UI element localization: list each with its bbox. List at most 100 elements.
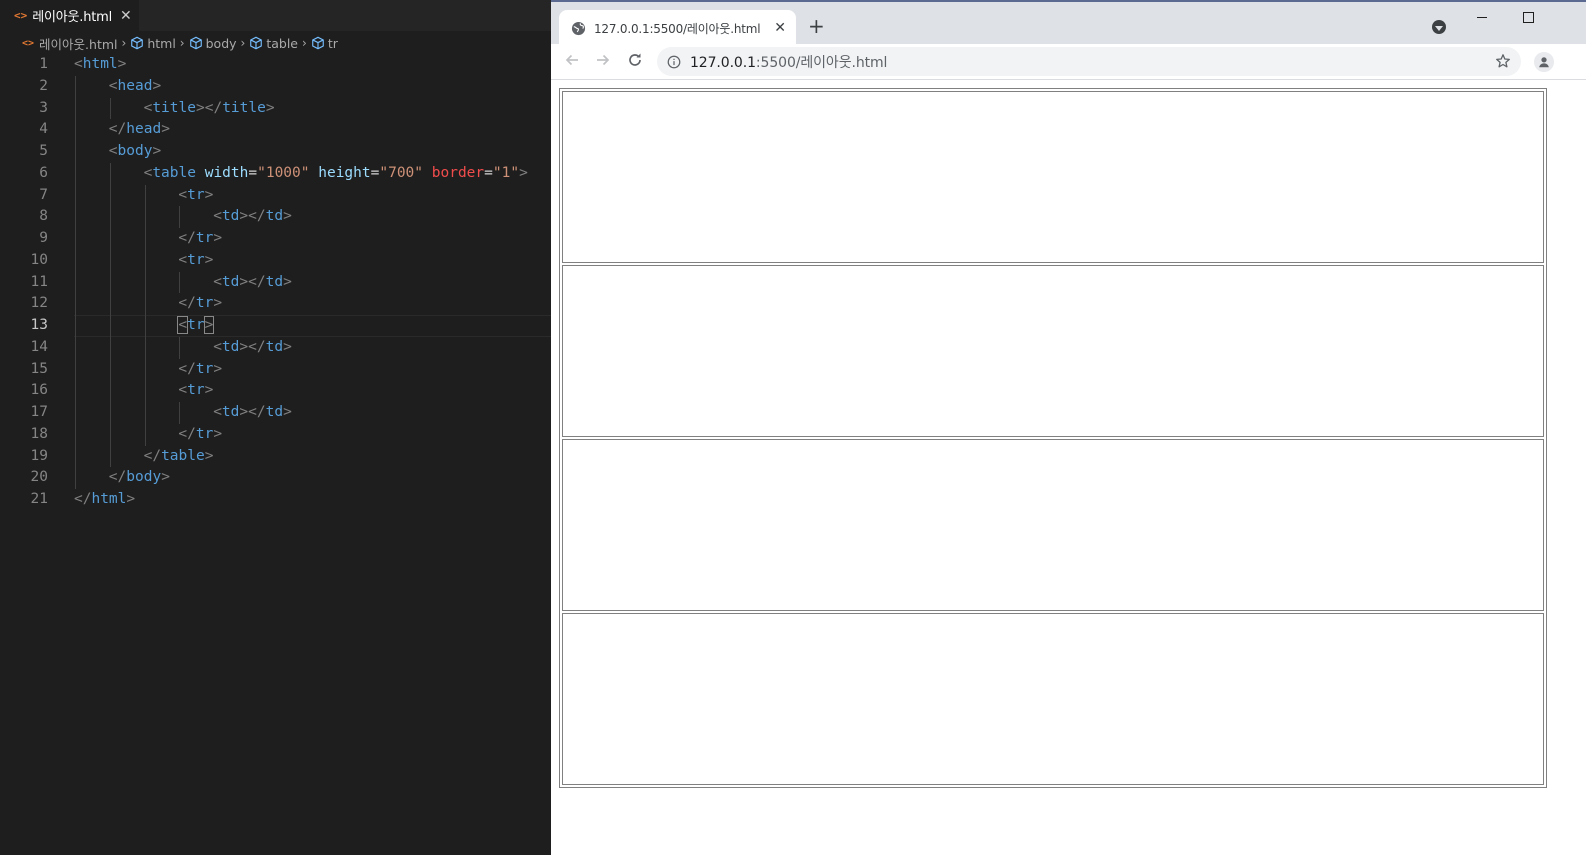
indent-guide (75, 119, 76, 141)
code-line[interactable]: 2 <head> (0, 75, 551, 98)
chevron-right-icon: › (240, 36, 246, 50)
code-token: > (283, 208, 292, 225)
close-icon[interactable]: ✕ (774, 20, 786, 36)
code-token: > (203, 316, 215, 334)
maximize-icon[interactable] (1523, 12, 1534, 23)
browser-toolbar: 127.0.0.1:5500/레이아웃.html (551, 44, 1586, 80)
url-host: 127.0.0.1 (690, 54, 756, 71)
line-number: 21 (30, 491, 48, 507)
url-text: 127.0.0.1:5500/레이아웃.html (690, 52, 887, 72)
code-line[interactable]: 13 <tr> (0, 315, 551, 337)
code-line[interactable]: 12 </tr> (0, 293, 551, 315)
code-line[interactable]: 14 <td></td> (0, 336, 551, 359)
code-token: > (213, 360, 223, 377)
code-token: < (213, 208, 222, 225)
tab-search-icon[interactable] (1432, 20, 1446, 34)
code-editor[interactable]: <> 레이아웃.html ✕ < > 레이아웃.html › html › bod… (0, 0, 551, 855)
indent-guide (75, 184, 76, 207)
line-number: 7 (39, 186, 48, 203)
line-number: 14 (30, 338, 48, 355)
table-cell (562, 91, 1544, 263)
code-token: ></ (239, 273, 266, 290)
code-text: <td></td> (213, 206, 292, 228)
bookmark-star-icon[interactable] (1495, 53, 1511, 69)
profile-avatar-icon[interactable] (1534, 52, 1554, 72)
indent-guide (144, 293, 146, 315)
code-token: < (213, 404, 222, 420)
indent-guide (179, 271, 181, 294)
close-icon[interactable]: ✕ (120, 8, 132, 24)
indent-guide (75, 315, 76, 337)
code-token: td (265, 338, 284, 355)
code-line[interactable]: 7 <tr> (0, 184, 551, 207)
code-line[interactable]: 18 </tr> (0, 423, 551, 446)
code-token: = (484, 164, 493, 181)
info-icon[interactable] (667, 55, 681, 69)
code-line[interactable]: 11 <td></td> (0, 271, 551, 294)
page-viewport (551, 80, 1586, 855)
code-token: tr (195, 425, 214, 442)
breadcrumb-item-tr[interactable]: tr (311, 36, 338, 51)
code-token: tr (187, 317, 205, 333)
code-line[interactable]: 21 </html> (0, 489, 551, 511)
code-token: > (152, 77, 162, 94)
chevron-right-icon: › (179, 36, 185, 50)
reload-icon[interactable] (627, 52, 643, 68)
code-text: </tr> (178, 293, 222, 315)
code-line[interactable]: 20 </body> (0, 467, 551, 489)
breadcrumb-item-label: table (266, 35, 299, 51)
code-token: > (519, 164, 528, 181)
code-token: < (108, 143, 118, 159)
breadcrumb-item-table[interactable]: table (249, 36, 298, 51)
browser-tab[interactable]: 127.0.0.1:5500/레이아웃.html ✕ (559, 10, 796, 46)
code-token: table (161, 447, 205, 464)
indent-guide (144, 423, 146, 446)
code-token: > (204, 251, 214, 268)
code-token: tr (187, 382, 205, 399)
code-line[interactable]: 8 <td></td> (0, 206, 551, 228)
line-number: 4 (39, 121, 48, 138)
code-token: height (318, 164, 371, 181)
code-line[interactable]: 19 </table> (0, 445, 551, 468)
code-line[interactable]: 1 <html> (0, 54, 551, 76)
code-line[interactable]: 3 <title></title> (0, 97, 551, 120)
code-token: < (178, 186, 188, 203)
editor-tab[interactable]: <> 레이아웃.html ✕ (0, 0, 139, 31)
code-line[interactable]: 9 </tr> (0, 228, 551, 250)
code-token: > (152, 143, 162, 159)
line-number: 12 (30, 295, 48, 312)
code-line[interactable]: 17 <td></td> (0, 402, 551, 424)
line-number: 2 (39, 77, 48, 94)
code-line[interactable]: 16 <tr> (0, 380, 551, 402)
new-tab-button[interactable]: + (808, 16, 825, 36)
code-text: <tr> (178, 185, 213, 207)
code-token: td (265, 208, 284, 225)
code-token: > (213, 295, 223, 312)
code-token: ></ (195, 99, 223, 116)
minimize-icon[interactable] (1477, 17, 1487, 18)
rendered-table (559, 88, 1547, 788)
code-line[interactable]: 6 <table width="1000" height="700" border… (0, 162, 551, 185)
code-line[interactable]: 10 <tr> (0, 249, 551, 272)
indent-guide (75, 336, 76, 359)
breadcrumb-item-body[interactable]: body (189, 36, 237, 51)
code-line[interactable]: 4 </head> (0, 119, 551, 141)
code-line[interactable]: 15 </tr> (0, 358, 551, 381)
breadcrumb-item-html[interactable]: html (130, 36, 176, 51)
code-token: body (126, 469, 162, 486)
code-token: < (213, 273, 222, 290)
code-token: > (213, 230, 223, 246)
breadcrumb-file[interactable]: 레이아웃.html (39, 34, 117, 53)
address-bar[interactable]: 127.0.0.1:5500/레이아웃.html (657, 47, 1521, 76)
code-lines[interactable]: 1 <html> 2 <head> 3 <title></title> 4 </head> 5 <… (0, 54, 551, 511)
back-arrow-icon[interactable] (564, 52, 580, 68)
indent-guide (109, 97, 111, 120)
indent-guide (144, 336, 146, 359)
code-line[interactable]: 5 <body> (0, 141, 551, 163)
code-token: > (204, 447, 214, 464)
table-row (562, 91, 1544, 263)
line-number: 1 (39, 56, 48, 72)
indent-guide (75, 467, 76, 489)
forward-arrow-icon[interactable] (595, 52, 611, 68)
